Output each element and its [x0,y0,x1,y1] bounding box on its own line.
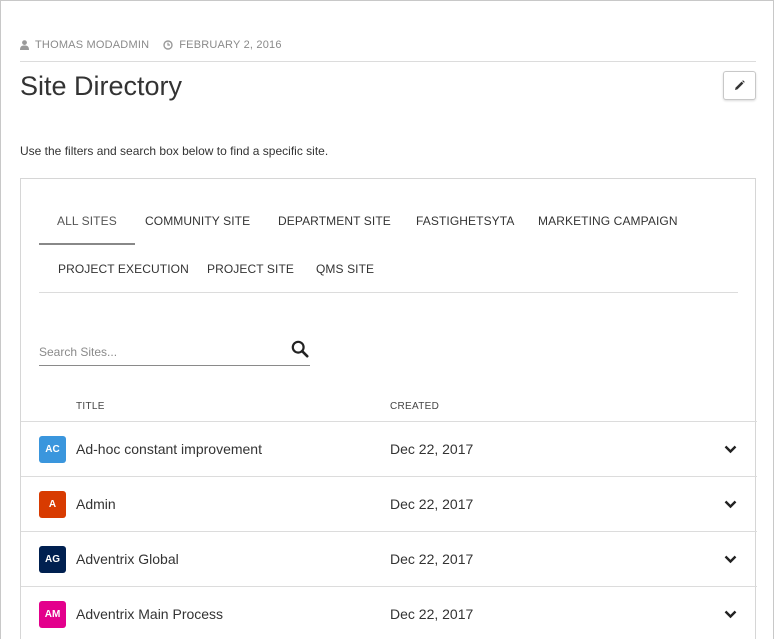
tab-marketing-campaign[interactable]: MARKETING CAMPAIGN [538,197,678,245]
search-icon[interactable] [291,340,309,363]
site-created-date: Dec 22, 2017 [390,606,474,622]
header-divider [20,61,756,62]
site-avatar: AC [39,436,66,463]
tab-project-site[interactable]: PROJECT SITE [207,245,294,293]
site-avatar: A [39,491,66,518]
chevron-down-icon[interactable] [722,441,738,457]
tab-department-site[interactable]: DEPARTMENT SITE [278,197,391,245]
site-title[interactable]: Ad-hoc constant improvement [76,441,262,457]
author-name: THOMAS MODADMIN [35,39,150,51]
clock-icon [163,40,173,50]
tabs-divider [39,292,738,293]
tab-all-sites[interactable]: ALL SITES [39,197,135,245]
user-icon [20,40,29,50]
modified-date: FEBRUARY 2, 2016 [179,39,282,51]
site-row[interactable]: A Admin Dec 22, 2017 [21,476,757,531]
page-frame: THOMAS MODADMIN FEBRUARY 2, 2016 Site Di… [0,0,774,639]
site-title[interactable]: Adventrix Main Process [76,606,223,622]
site-list: AC Ad-hoc constant improvement Dec 22, 2… [21,421,757,639]
site-title[interactable]: Adventrix Global [76,551,179,567]
site-title[interactable]: Admin [76,496,116,512]
chevron-down-icon[interactable] [722,606,738,622]
tab-project-execution[interactable]: PROJECT EXECUTION [58,245,189,293]
site-row[interactable]: AG Adventrix Global Dec 22, 2017 [21,531,757,586]
column-header-title[interactable]: TITLE [76,401,105,412]
site-created-date: Dec 22, 2017 [390,551,474,567]
tab-qms-site[interactable]: QMS SITE [316,245,374,293]
site-avatar: AG [39,546,66,573]
intro-text: Use the filters and search box below to … [20,144,329,158]
site-avatar: AM [39,601,66,628]
page-title: Site Directory [20,71,183,101]
edit-page-button[interactable] [723,71,756,100]
search-input[interactable] [39,339,279,365]
tab-fastighetsyta[interactable]: FASTIGHETSYTA [416,197,514,245]
pencil-icon [734,80,745,91]
site-row[interactable]: AM Adventrix Main Process Dec 22, 2017 [21,586,757,639]
site-created-date: Dec 22, 2017 [390,441,474,457]
page-meta: THOMAS MODADMIN FEBRUARY 2, 2016 [20,39,282,51]
site-directory-panel: ALL SITES COMMUNITY SITE DEPARTMENT SITE… [20,178,757,639]
site-created-date: Dec 22, 2017 [390,496,474,512]
column-header-created[interactable]: CREATED [390,401,439,412]
site-row[interactable]: AC Ad-hoc constant improvement Dec 22, 2… [21,421,757,476]
search-box [39,339,310,366]
chevron-down-icon[interactable] [722,496,738,512]
tab-community-site[interactable]: COMMUNITY SITE [145,197,250,245]
chevron-down-icon[interactable] [722,551,738,567]
